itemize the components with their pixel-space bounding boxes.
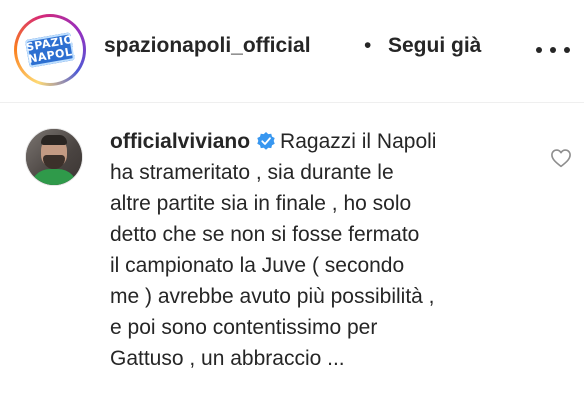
comment-text-line: altre partite sia in finale , ho solo: [110, 192, 412, 215]
avatar-border: SPAZIO NAPOLI: [17, 17, 83, 83]
spazio-napoli-logo: SPAZIO NAPOLI: [22, 22, 78, 78]
post-header: SPAZIO NAPOLI spazionapoli_official • Se…: [0, 0, 584, 102]
verified-badge-icon: [257, 132, 275, 150]
more-options-button[interactable]: [536, 40, 570, 60]
separator-dot: •: [364, 34, 372, 57]
logo-badge: SPAZIO NAPOLI: [24, 32, 78, 68]
commenter-avatar[interactable]: [25, 128, 83, 186]
comment-text-line: e poi sono contentissimo per: [110, 316, 378, 339]
owner-username-link[interactable]: spazionapoli_official: [104, 34, 311, 58]
comment-text-line: Ragazzi il Napoli: [280, 130, 437, 153]
more-horizontal-icon-dot: [564, 47, 570, 53]
comment-text-line: me ) avrebbe avuto più possibilità ,: [110, 285, 435, 308]
comment-text-line: Gattuso , un abbraccio ...: [110, 347, 345, 370]
comment-item: officialviviano Ragazzi il Napoli ha stra…: [0, 103, 584, 412]
comment-first-line: officialviviano Ragazzi il Napoli: [110, 126, 530, 157]
comment-text-line: detto che se non si fosse fermato: [110, 223, 420, 246]
commenter-username-link[interactable]: officialviviano: [110, 130, 250, 153]
comment-body: officialviviano Ragazzi il Napoli ha stra…: [110, 126, 530, 374]
more-horizontal-icon: [536, 47, 542, 53]
more-horizontal-icon-dot: [550, 47, 556, 53]
following-status-button[interactable]: Segui già: [388, 34, 481, 58]
comment-text-line: ha strameritato , sia durante le: [110, 161, 394, 184]
owner-avatar[interactable]: SPAZIO NAPOLI: [14, 14, 86, 86]
heart-outline-icon[interactable]: [550, 148, 572, 168]
comment-text-line: il campionato la Juve ( secondo: [110, 254, 405, 277]
